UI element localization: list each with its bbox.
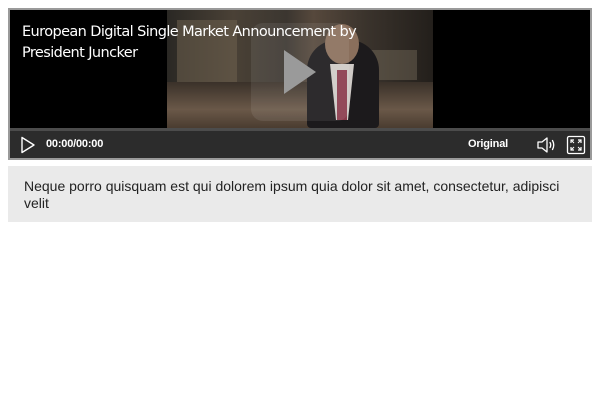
video-player[interactable]: European Digital Single Market Announcem…: [8, 8, 592, 160]
control-bar: 00:00/00:00 Original: [10, 128, 590, 158]
video-viewport[interactable]: European Digital Single Market Announcem…: [10, 10, 590, 128]
play-outline-icon: [21, 136, 35, 154]
play-button[interactable]: [18, 135, 38, 155]
expand-icon: [566, 135, 586, 155]
volume-button[interactable]: [536, 135, 558, 155]
play-icon: [284, 50, 316, 94]
speaker-icon: [537, 137, 555, 153]
quality-selector[interactable]: Original: [468, 138, 508, 150]
big-play-button[interactable]: [251, 23, 349, 121]
video-caption: Neque porro quisquam est qui dolorem ips…: [8, 166, 592, 222]
time-display: 00:00/00:00: [46, 138, 104, 150]
fullscreen-button[interactable]: [566, 135, 586, 155]
